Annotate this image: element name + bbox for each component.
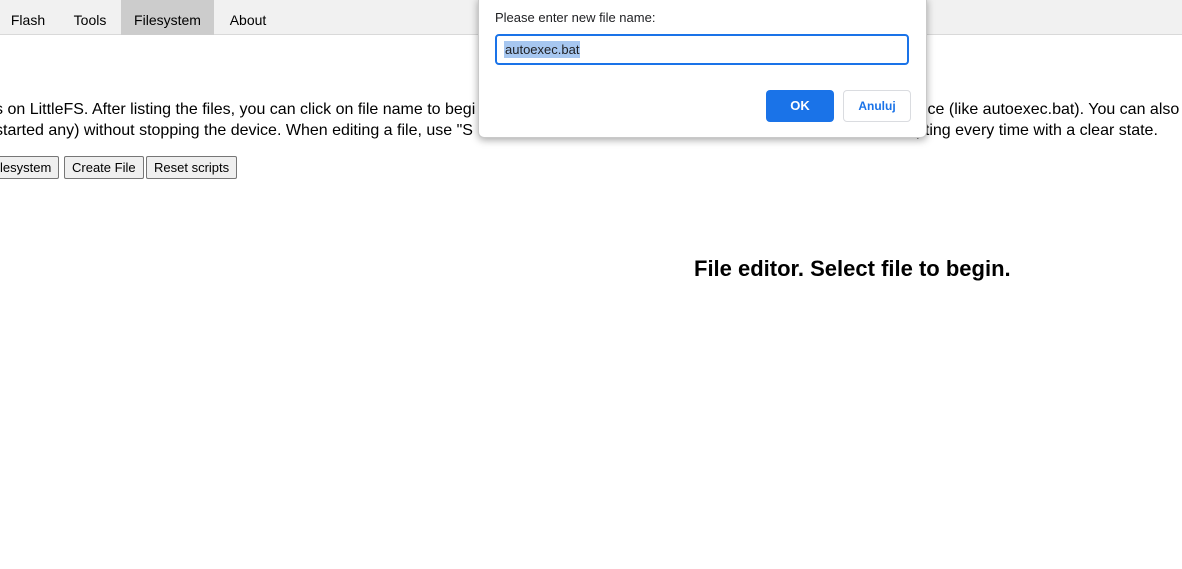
cancel-button[interactable]: Anuluj xyxy=(843,90,911,122)
tab-tools[interactable]: Tools xyxy=(60,0,120,35)
file-name-input-value: autoexec.bat xyxy=(504,41,581,58)
file-name-input[interactable]: autoexec.bat xyxy=(495,34,909,65)
tab-flash[interactable]: Flash xyxy=(0,0,56,35)
prompt-dialog: Please enter new file name: autoexec.bat… xyxy=(478,0,927,138)
create-file-button[interactable]: Create File xyxy=(64,156,144,179)
tab-about[interactable]: About xyxy=(214,0,282,35)
description-line-1-right: vice (like autoexec.bat). You can also xyxy=(916,101,1180,118)
description-line-2-right: pting every time with a clear state. xyxy=(916,122,1158,139)
ok-button[interactable]: OK xyxy=(766,90,834,122)
reset-scripts-button[interactable]: Reset scripts xyxy=(146,156,238,179)
tab-filesystem[interactable]: Filesystem xyxy=(121,0,214,35)
dialog-prompt-label: Please enter new file name: xyxy=(495,10,656,25)
file-editor-placeholder: File editor. Select file to begin. xyxy=(694,256,1011,281)
description-line-2-left: started any) without stopping the device… xyxy=(0,122,473,139)
list-filesystem-button[interactable]: lesystem xyxy=(0,156,60,179)
description-line-1-left: s on LittleFS. After listing the files, … xyxy=(0,101,476,118)
